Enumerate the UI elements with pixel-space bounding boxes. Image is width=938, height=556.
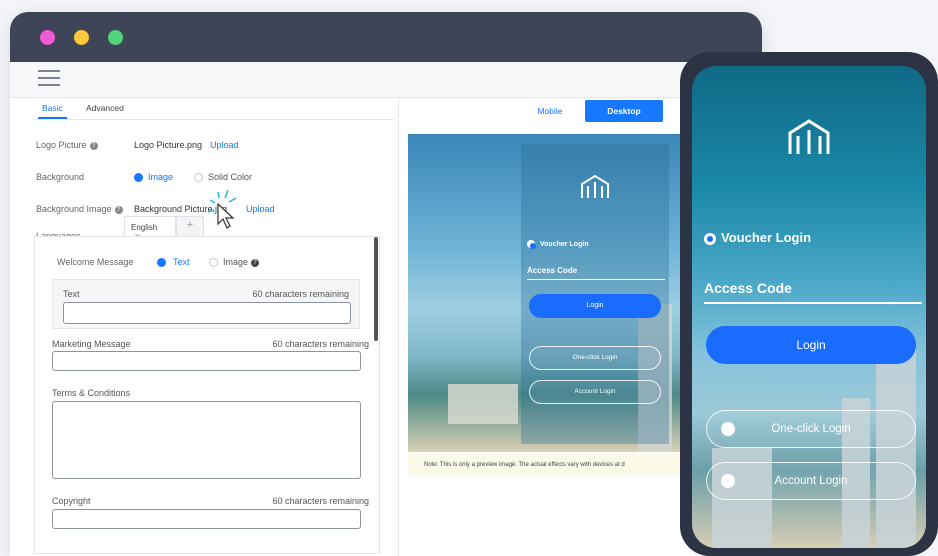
voucher-login-label-text: Voucher Login [540,240,589,248]
desktop-view-toggle[interactable]: Desktop [585,100,663,122]
text-input[interactable] [63,302,351,324]
help-icon[interactable]: ? [114,205,123,214]
add-language-button[interactable]: + [176,216,204,236]
terms-textarea[interactable] [52,401,361,479]
background-upload-link[interactable]: Upload [246,204,275,214]
account-login-button[interactable]: Account Login [706,462,916,500]
marketing-message-input[interactable] [52,351,361,371]
background-solid-radio[interactable] [194,173,203,182]
tab-basic[interactable]: Basic [38,103,67,119]
text-field-hint: 60 characters remaining [252,289,349,299]
login-button[interactable]: Login [529,294,661,318]
language-tab-label: English [131,223,158,232]
marketing-message-hint: 60 characters remaining [272,339,369,349]
settings-panel: Basic Advanced Logo Picture? Logo Pictur… [10,98,398,556]
building-logo-icon [788,119,830,154]
voucher-login-label-text: Voucher Login [721,230,812,245]
welcome-image-option-label: Image [223,257,249,267]
access-code-label: Access Code [704,280,792,296]
account-icon [721,474,735,488]
close-window-button[interactable] [40,30,55,45]
access-code-label: Access Code [527,266,578,275]
title-bar [10,12,762,62]
scrollbar-thumb[interactable] [374,237,378,341]
welcome-image-option[interactable]: Image? [223,257,260,267]
access-code-underline [527,279,665,280]
terms-label: Terms & Conditions [52,388,131,398]
background-image-option[interactable]: Image [148,172,173,182]
logo-picture-label-text: Logo Picture [36,140,87,150]
logo-picture-filename: Logo Picture.png [134,140,203,150]
phone-mockup: Voucher Login Access Code Login One-clic… [680,52,938,556]
menu-bar [10,62,762,98]
welcome-image-radio[interactable] [209,258,218,267]
account-login-button[interactable]: Account Login [529,380,661,404]
app-window: Basic Advanced Logo Picture? Logo Pictur… [10,12,762,556]
login-button[interactable]: Login [706,326,916,364]
phone-screen: Voucher Login Access Code Login One-clic… [692,66,926,548]
background-image-label: Background Image? [36,204,123,214]
text-field-label: Text [63,289,80,299]
mobile-view-toggle[interactable]: Mobile [519,100,581,122]
one-click-icon [721,422,735,436]
preview-login-card: Voucher Login Access Code Login One-clic… [521,144,669,444]
voucher-login-label: Voucher Login [527,240,589,249]
voucher-icon [527,240,536,249]
access-code-underline [704,302,922,304]
click-cursor-icon [207,189,237,229]
account-login-label: Account Login [774,475,848,487]
building-logo-icon [581,174,609,198]
background-image-radio[interactable] [134,173,143,182]
voucher-login-label: Voucher Login [704,230,811,245]
tab-advanced[interactable]: Advanced [86,103,124,113]
background-solid-option[interactable]: Solid Color [208,172,252,182]
language-content-panel: Welcome Message Text Image? Text 60 char… [34,236,380,554]
text-field-group: Text 60 characters remaining [52,279,360,329]
building-shape [448,384,518,424]
one-click-login-label: One-click Login [771,423,851,435]
logo-upload-link[interactable]: Upload [210,140,239,150]
one-click-login-button[interactable]: One-click Login [529,346,661,370]
copyright-label: Copyright [52,496,91,506]
welcome-text-radio[interactable] [157,258,166,267]
settings-tabs: Basic Advanced [34,98,394,120]
maximize-window-button[interactable] [108,30,123,45]
welcome-message-label: Welcome Message [57,257,134,267]
marketing-message-label: Marketing Message [52,339,131,349]
welcome-text-option[interactable]: Text [173,257,190,267]
one-click-login-button[interactable]: One-click Login [706,410,916,448]
background-image-label-text: Background Image [36,204,112,214]
copyright-hint: 60 characters remaining [272,496,369,506]
minimize-window-button[interactable] [74,30,89,45]
logo-picture-label: Logo Picture? [36,140,98,150]
copyright-input[interactable] [52,509,361,529]
help-icon[interactable]: ? [89,141,98,150]
hamburger-menu-icon[interactable] [38,70,60,88]
building-shape [876,348,916,548]
help-icon[interactable]: ? [251,258,260,267]
language-tab-english[interactable]: English ✕ [124,216,176,241]
voucher-icon [704,232,716,245]
background-label: Background [36,172,85,182]
